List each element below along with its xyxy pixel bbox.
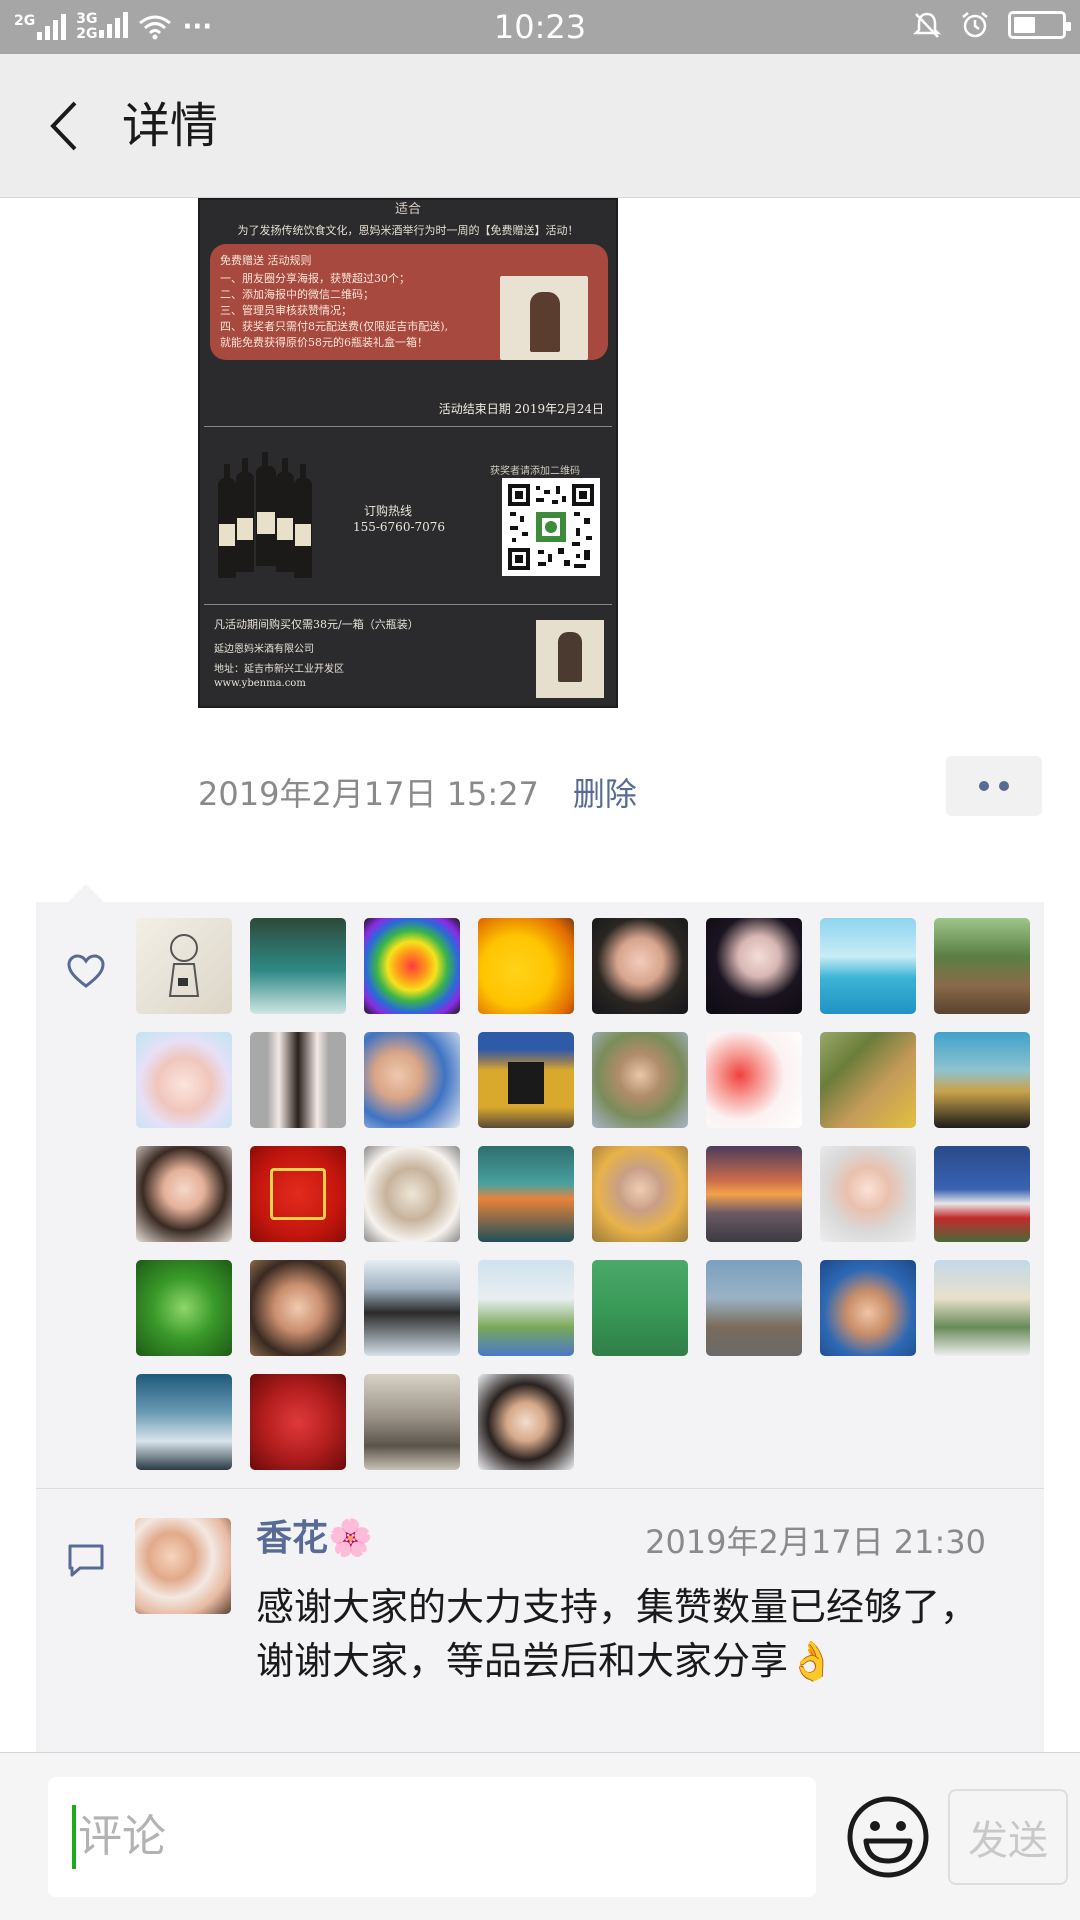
speech-bubble-icon <box>68 1544 104 1577</box>
liker-avatar[interactable] <box>364 1374 460 1470</box>
liker-avatar[interactable] <box>136 1146 232 1242</box>
liker-avatar[interactable] <box>250 1032 346 1128</box>
liker-avatar[interactable] <box>934 1146 1030 1242</box>
liker-avatar[interactable] <box>478 1146 574 1242</box>
page-title: 详情 <box>122 98 219 154</box>
liker-avatar[interactable] <box>136 1260 232 1356</box>
liker-avatar[interactable] <box>820 918 916 1014</box>
bell-muted-icon <box>912 12 942 38</box>
liker-avatar[interactable] <box>592 1260 688 1356</box>
poster-end-date: 活动结束日期 2019年2月24日 <box>438 402 604 416</box>
post-meta: 2019年2月17日 15:27 删除 <box>198 770 637 814</box>
liker-avatar[interactable] <box>934 918 1030 1014</box>
liker-avatar[interactable] <box>706 1032 802 1128</box>
poster-footer-url: www.ybenma.com <box>214 678 306 689</box>
liker-avatar[interactable] <box>250 1374 346 1470</box>
liker-avatar[interactable] <box>136 1032 232 1128</box>
qr-code-icon <box>502 478 600 576</box>
comment-author-avatar[interactable] <box>135 1518 231 1614</box>
liker-avatar[interactable] <box>478 1260 574 1356</box>
buddha-glyph-icon <box>508 1062 544 1104</box>
post-image[interactable]: 适合 为了发扬传统饮食文化，恩妈米酒举行为时一周的【免费赠送】活动！ 免费赠送 … <box>198 198 618 708</box>
status-bar: 2G 3G 2G ··· 10:23 <box>0 0 1080 54</box>
liker-avatar[interactable] <box>820 1032 916 1128</box>
panel-arrow <box>68 884 104 902</box>
liker-avatar[interactable] <box>478 918 574 1014</box>
liker-avatar[interactable] <box>250 918 346 1014</box>
more-dots-icon <box>979 781 989 791</box>
poster-heading: 适合 <box>394 202 421 217</box>
liker-avatar[interactable] <box>820 1260 916 1356</box>
liker-avatar[interactable] <box>136 918 232 1014</box>
comment-author-name[interactable]: 香花🌸 <box>256 1516 373 1562</box>
comment-text: 感谢大家的大力支持，集赞数量已经够了，谢谢大家，等品尝后和大家分享👌 <box>256 1585 979 1683</box>
poster-footer-price: 凡活动期间购买仅需38元/一箱（六瓶装） <box>214 618 419 631</box>
poster-rule: 一、朋友圈分享海报，获赞超过30个； <box>220 272 410 285</box>
liker-avatar[interactable] <box>592 1032 688 1128</box>
chevron-left-icon <box>50 101 77 151</box>
liker-avatar[interactable] <box>250 1146 346 1242</box>
heart-outline-icon <box>67 954 105 988</box>
smiley-icon[interactable] <box>846 1795 930 1879</box>
comment-input-bar: 评论 发送 <box>0 1752 1080 1920</box>
panel-divider <box>36 1488 1044 1489</box>
nav-bar: 详情 <box>0 54 1080 198</box>
liker-avatar[interactable] <box>478 1032 574 1128</box>
delete-link[interactable]: 删除 <box>573 769 637 815</box>
new-year-greeting-icon <box>270 1168 326 1220</box>
comment-placeholder: 评论 <box>78 1811 166 1862</box>
poster-hotline: 155-6760-7076 <box>352 520 446 534</box>
comment-time: 2019年2月17日 21:30 <box>645 1523 986 1561</box>
liker-avatar[interactable] <box>478 1374 574 1470</box>
liker-avatar[interactable] <box>364 918 460 1014</box>
liker-avatar[interactable] <box>364 1260 460 1356</box>
poster-rule: 就能免费获得原价58元的6瓶装礼盒一箱！ <box>220 336 428 349</box>
liker-avatar[interactable] <box>934 1032 1030 1128</box>
poster-hotline-label: 订购热线 <box>363 504 412 518</box>
liker-avatar[interactable] <box>706 918 802 1014</box>
poster-rules-box: 免费赠送 活动规则 一、朋友圈分享海报，获赞超过30个； 二、添加海报中的微信二… <box>210 244 608 360</box>
liker-avatar[interactable] <box>250 1260 346 1356</box>
liker-avatar[interactable] <box>592 918 688 1014</box>
text-caret <box>72 1805 76 1869</box>
liker-avatar[interactable] <box>364 1146 460 1242</box>
send-button[interactable]: 发送 <box>948 1789 1068 1885</box>
poster-qr-label: 获奖者请添加二维码 <box>490 466 580 477</box>
poster-divider <box>204 604 612 605</box>
poster-footer-company: 延边恩妈米酒有限公司 <box>214 644 314 655</box>
liker-avatar[interactable] <box>592 1146 688 1242</box>
liker-avatar[interactable] <box>934 1260 1030 1356</box>
post-time: 2019年2月17日 15:27 <box>198 775 539 813</box>
liker-avatar[interactable] <box>706 1260 802 1356</box>
liker-avatar[interactable] <box>820 1146 916 1242</box>
poster-product-image <box>536 620 604 698</box>
liker-avatar[interactable] <box>364 1032 460 1128</box>
battery-icon <box>1008 11 1071 39</box>
poster-footer-address: 地址：延吉市新兴工业开发区 <box>214 664 344 675</box>
poster-divider <box>204 426 612 427</box>
poster-rule: 二、添加海报中的微信二维码； <box>220 288 374 301</box>
more-button[interactable] <box>946 756 1042 816</box>
poster-rule: 四、获奖者只需付8元配送费(仅限延吉市配送), <box>220 320 449 333</box>
comment-author-name-text: 香花🌸 <box>256 1518 373 1559</box>
poster-rules-title: 免费赠送 活动规则 <box>220 254 312 267</box>
more-dots-icon <box>999 781 1009 791</box>
poster-product-image <box>500 276 588 360</box>
status-right <box>912 10 1071 40</box>
liker-avatar[interactable] <box>706 1146 802 1242</box>
liker-avatar[interactable] <box>136 1374 232 1470</box>
alarm-icon <box>962 12 988 38</box>
poster-rule: 三、管理员审核获赞情况； <box>220 304 352 317</box>
poster-intro: 为了发扬传统饮食文化，恩妈米酒举行为时一周的【免费赠送】活动！ <box>237 224 579 237</box>
back-button[interactable] <box>34 94 94 158</box>
